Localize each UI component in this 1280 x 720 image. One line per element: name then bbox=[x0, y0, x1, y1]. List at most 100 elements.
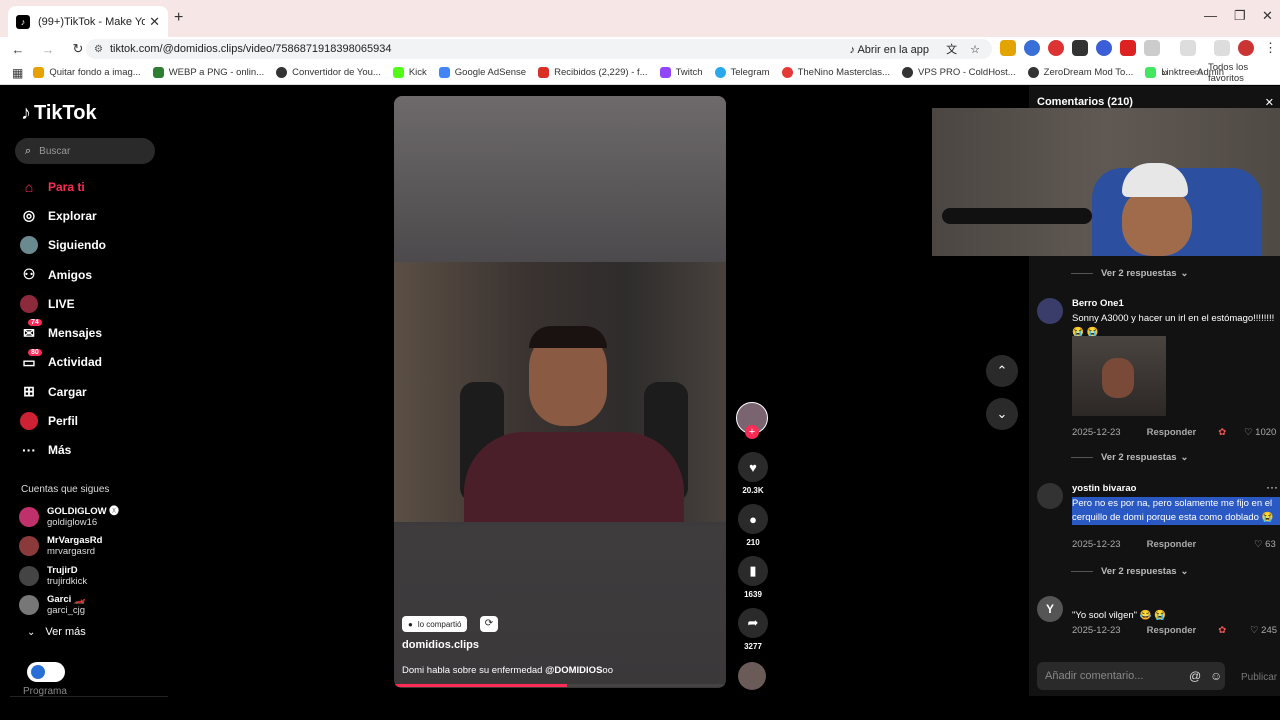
view-replies-button[interactable]: Ver 2 respuestas ⌄ bbox=[1071, 268, 1189, 279]
sidebar-item-for-you[interactable]: ⌂ Para ti bbox=[20, 172, 170, 201]
gift-icon[interactable]: ✿ bbox=[1218, 427, 1226, 438]
comment-like-button[interactable]: ♡ 63 bbox=[1254, 539, 1276, 550]
new-tab-icon[interactable]: + bbox=[174, 9, 183, 27]
profile-avatar-icon[interactable] bbox=[1238, 40, 1254, 56]
emoji-icon[interactable]: ☺ bbox=[1210, 669, 1222, 683]
comment-author[interactable]: Berro One1 bbox=[1072, 298, 1124, 309]
music-disc-avatar[interactable] bbox=[738, 662, 766, 690]
url-field[interactable]: ⚙ tiktok.com/@domidios.clips/video/75868… bbox=[86, 39, 992, 59]
forward-icon[interactable]: → bbox=[36, 42, 60, 57]
repost-icon[interactable]: ⟳ bbox=[480, 616, 498, 632]
browser-tab[interactable]: ♪ (99+)TikTok - Make Your Day ✕ bbox=[8, 6, 168, 37]
media-icon[interactable] bbox=[1214, 40, 1230, 56]
sidebar-item-explore[interactable]: ◎ Explorar bbox=[20, 201, 170, 230]
view-replies-button[interactable]: Ver 2 respuestas ⌄ bbox=[1071, 452, 1189, 463]
share-button[interactable]: ➦ 3277 bbox=[737, 608, 769, 651]
comment-like-button[interactable]: ♡ 1020 bbox=[1244, 427, 1276, 438]
tiktok-logo[interactable]: ♪ TikTok bbox=[21, 102, 97, 125]
back-icon[interactable]: ← bbox=[6, 42, 30, 57]
sidebar-item-upload[interactable]: ⊞ Cargar bbox=[20, 377, 170, 406]
more-bookmarks-icon[interactable]: » bbox=[1162, 67, 1168, 79]
sidebar-item-messages[interactable]: ✉ 74 Mensajes bbox=[20, 318, 170, 347]
cast-icon[interactable] bbox=[1180, 40, 1196, 56]
extensions-puzzle-icon[interactable] bbox=[1144, 40, 1160, 56]
minimize-icon[interactable]: — bbox=[1204, 8, 1217, 23]
comment-image[interactable] bbox=[1072, 336, 1166, 416]
follow-plus-icon[interactable]: + bbox=[745, 425, 759, 439]
bookmark-item[interactable]: Telegram bbox=[714, 67, 770, 78]
adblock-icon[interactable] bbox=[1120, 40, 1136, 56]
sidebar-item-more[interactable]: ··· Más bbox=[20, 436, 170, 465]
like-button[interactable]: ♥ 20.3K bbox=[737, 452, 769, 495]
sidebar-item-profile[interactable]: Perfil bbox=[20, 406, 170, 435]
search-input[interactable]: ⌕ Buscar bbox=[15, 138, 155, 164]
bookmark-item[interactable]: Recibidos (2,229) - f... bbox=[538, 67, 648, 78]
apps-grid-icon[interactable]: ▦ bbox=[12, 66, 23, 80]
following-item[interactable]: TrujirD trujirdkick bbox=[19, 561, 119, 591]
sidebar-item-friends[interactable]: ⚇ Amigos bbox=[20, 260, 170, 289]
following-item[interactable]: MrVargasRd mrvargasrd bbox=[19, 532, 119, 562]
bookmark-item[interactable]: ZeroDream Mod To... bbox=[1027, 67, 1133, 78]
bookmark-item[interactable]: Quitar fondo a imag... bbox=[33, 67, 141, 78]
comment-button[interactable]: ● 210 bbox=[737, 504, 769, 547]
video-author[interactable]: domidios.clips bbox=[402, 639, 479, 651]
extension-icon[interactable] bbox=[1096, 40, 1112, 56]
browser-tab-strip: ♪ (99+)TikTok - Make Your Day ✕ + — ❐ ✕ bbox=[0, 0, 1280, 37]
view-replies-label: Ver 2 respuestas bbox=[1101, 268, 1177, 279]
reply-button[interactable]: Responder bbox=[1147, 539, 1197, 550]
comment-input[interactable]: Añadir comentario... @ ☺ bbox=[1037, 662, 1225, 690]
avatar[interactable] bbox=[1037, 483, 1063, 509]
programs-toggle[interactable] bbox=[27, 662, 65, 682]
comment-like-button[interactable]: ♡ 245 bbox=[1250, 625, 1277, 636]
close-tab-icon[interactable]: ✕ bbox=[149, 14, 160, 30]
chevron-down-icon: ⌄ bbox=[1180, 452, 1189, 463]
open-in-app-button[interactable]: ♪ Abrir en la app 文 ☆ bbox=[850, 41, 981, 57]
bookmark-favicon-icon bbox=[538, 67, 550, 78]
bookmark-star-icon[interactable]: ☆ bbox=[970, 44, 980, 56]
video-progress-bar[interactable] bbox=[394, 684, 726, 687]
next-video-button[interactable]: ⌄ bbox=[986, 398, 1018, 430]
extension-icon[interactable] bbox=[1000, 40, 1016, 56]
extension-icon[interactable] bbox=[1072, 40, 1088, 56]
bookmark-item[interactable]: VPS PRO - ColdHost... bbox=[901, 67, 1016, 78]
bookmark-icon: ▮ bbox=[738, 556, 768, 586]
more-options-icon[interactable]: ··· bbox=[1266, 480, 1278, 494]
see-more-label: Ver más bbox=[45, 626, 86, 638]
extension-icon[interactable] bbox=[1024, 40, 1040, 56]
following-item[interactable]: Garci 🏎️ garci_cjg bbox=[19, 591, 119, 621]
following-item[interactable]: GOLDIGLOW 🅧goldiglow16 bbox=[19, 502, 119, 532]
bookmark-item[interactable]: TheNino Masterclas... bbox=[781, 67, 890, 78]
extension-icon[interactable] bbox=[1048, 40, 1064, 56]
sidebar-item-activity[interactable]: ▭ 80 Actividad bbox=[20, 348, 170, 377]
comment-author[interactable]: yostin bivarao bbox=[1072, 483, 1136, 494]
bookmark-item[interactable]: Twitch bbox=[659, 67, 703, 78]
translate-icon[interactable]: 文 bbox=[946, 44, 957, 56]
video-player[interactable]: ● lo compartió ⟳ domidios.clips Domi habl… bbox=[394, 96, 726, 688]
gift-icon[interactable]: ✿ bbox=[1218, 625, 1226, 636]
bookmark-item[interactable]: Kick bbox=[392, 67, 427, 78]
reply-button[interactable]: Responder bbox=[1147, 625, 1197, 636]
avatar[interactable]: Y bbox=[1037, 596, 1063, 622]
browser-menu-icon[interactable]: ⋮ bbox=[1264, 40, 1277, 56]
sidebar-item-following[interactable]: Siguiendo bbox=[20, 231, 170, 260]
shared-badge[interactable]: ● lo compartió bbox=[402, 616, 468, 632]
see-more-button[interactable]: ⌄ Ver más bbox=[27, 626, 86, 638]
reply-button[interactable]: Responder bbox=[1147, 427, 1197, 438]
bookmark-item[interactable]: WEBP a PNG - onlin... bbox=[152, 67, 264, 78]
mention-icon[interactable]: @ bbox=[1189, 669, 1201, 683]
avatar[interactable] bbox=[1037, 298, 1063, 324]
previous-video-button[interactable]: ⌃ bbox=[986, 355, 1018, 387]
bookmark-item[interactable]: Convertidor de You... bbox=[276, 67, 381, 78]
sidebar-item-label: Mensajes bbox=[48, 326, 103, 341]
post-comment-button[interactable]: Publicar bbox=[1241, 672, 1277, 683]
view-replies-button[interactable]: Ver 2 respuestas ⌄ bbox=[1071, 566, 1189, 577]
site-info-icon[interactable]: ⚙ bbox=[94, 44, 103, 55]
bookmark-label: Recibidos (2,229) - f... bbox=[554, 67, 648, 78]
save-button[interactable]: ▮ 1639 bbox=[737, 556, 769, 599]
restore-icon[interactable]: ❐ bbox=[1234, 8, 1246, 24]
sidebar-item-live[interactable]: LIVE bbox=[20, 289, 170, 318]
bookmark-item[interactable]: Google AdSense bbox=[438, 67, 526, 78]
description-mention[interactable]: @DOMIDIOS bbox=[545, 665, 602, 676]
window-close-icon[interactable]: ✕ bbox=[1262, 8, 1273, 24]
all-favorites-folder[interactable]: ▭ Todos los favoritos bbox=[1194, 62, 1280, 84]
